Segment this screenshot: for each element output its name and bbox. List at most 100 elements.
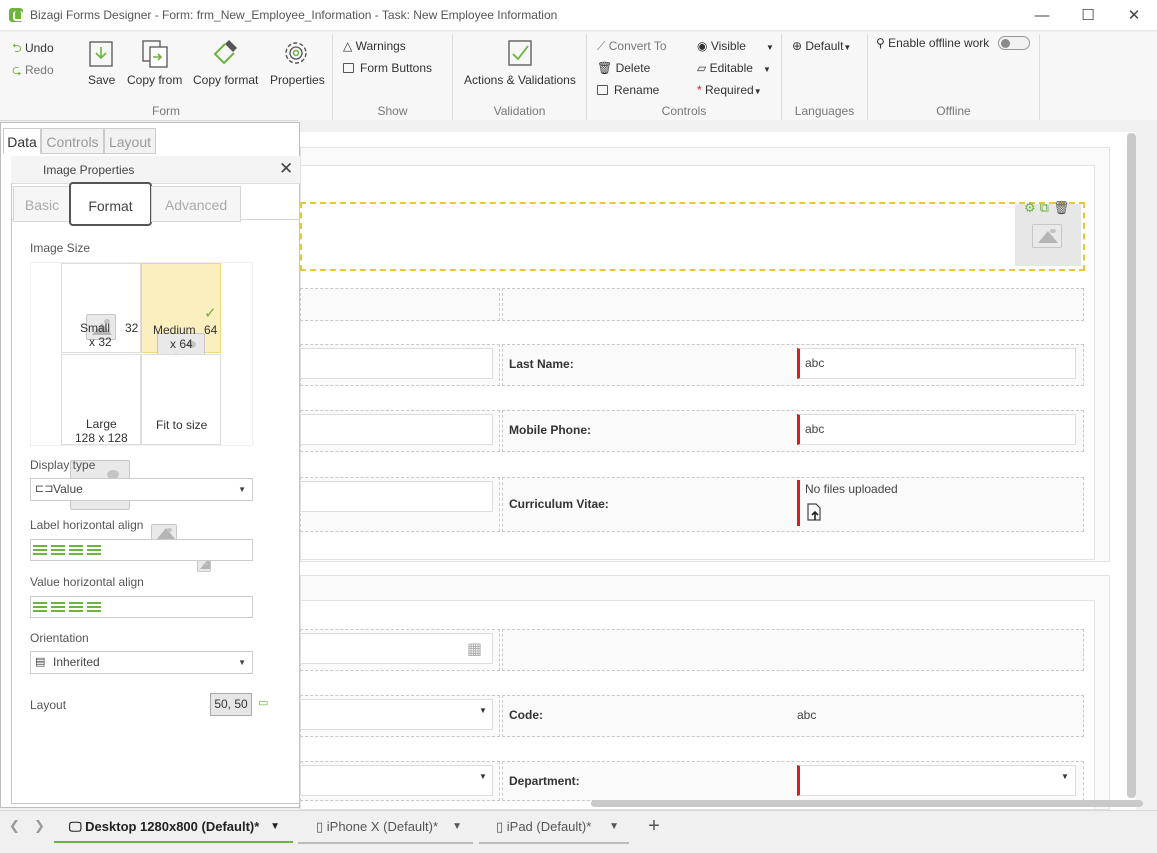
warnings-button[interactable]: △ Warnings [343,39,406,53]
combo-input-2[interactable] [300,765,493,796]
convert-to-label: Convert To [608,39,667,53]
last-name-value: abc [805,356,825,370]
offline-toggle[interactable] [998,36,1030,50]
tab-controls[interactable]: Controls [41,128,104,154]
align-left-icon[interactable] [33,545,47,555]
upload-file-icon[interactable] [806,503,824,522]
device-tab-desktop[interactable]: 🖵 Desktop 1280x800 (Default)* ▼ [60,812,292,842]
save-button[interactable]: Save [88,73,115,87]
tab-format[interactable]: Format [69,182,152,226]
value-align-control[interactable] [30,596,253,618]
properties-button[interactable]: Properties [270,73,325,87]
scroll-left-icon[interactable]: ❮ [9,818,20,834]
empty-cell [502,288,1084,321]
visible-dropdown[interactable]: ◉ Visible ▼ [697,39,774,53]
date-input[interactable] [300,633,493,664]
ribbon-group-label: Show [377,104,408,118]
ribbon-group-label: Validation [493,104,546,118]
size-large-dim: 128 x 128 [75,431,128,445]
device-tab-label: iPad (Default) [506,819,587,834]
email-input[interactable] [300,481,493,512]
calendar-icon[interactable]: ▦ [467,639,482,659]
scroll-right-icon[interactable]: ❯ [34,818,45,834]
editable-dropdown[interactable]: ▱ Editable ▼ [697,61,771,75]
properties-gear-icon [285,42,307,64]
orientation-label: Orientation [30,631,89,645]
save-icon [89,41,113,67]
offline-text: Enable offline work [888,36,990,50]
delete-label: Delete [615,61,651,75]
label-align-control[interactable] [30,539,253,561]
align-justify-icon[interactable] [87,602,101,612]
size-medium-name: Medium [153,323,196,337]
empty-cell [300,288,500,321]
bizagi-logo-icon [9,8,23,22]
device-tab-ipad[interactable]: ▯ iPad (Default)* ▼ [490,812,625,842]
convert-to-button[interactable]: ⟋ Convert To [597,39,667,54]
size-fit-name: Fit to size [156,418,208,432]
horizontal-scrollbar[interactable] [591,800,1143,807]
align-left-icon[interactable] [33,602,47,612]
monitor-icon: 🖵 [69,819,86,834]
form-buttons-label: Form Buttons [360,61,433,75]
required-label: Required [705,83,754,97]
close-icon[interactable]: ✕ [279,159,293,179]
display-type-select[interactable]: ⊏⊐ Value ▼ [30,478,253,501]
unsaved-mark: * [433,819,439,834]
tab-advanced[interactable]: Advanced [151,186,241,222]
orientation-value: Inherited [53,655,100,669]
delete-button[interactable]: 🗑 Delete [597,61,650,75]
actions-validations-button[interactable]: Actions & Validations [464,73,576,87]
orientation-select[interactable]: ▤ Inherited ▼ [30,651,253,674]
language-label: Default [805,39,844,53]
align-center-icon[interactable] [51,602,65,612]
offline-label: ⚲ Enable offline work [876,36,989,50]
title-bar: Bizagi Forms Designer - Form: frm_New_Em… [0,0,1157,31]
chevron-down-icon: ▼ [843,43,852,52]
gear-icon[interactable]: ⚙ [1024,200,1040,215]
vertical-scrollbar[interactable] [1127,133,1136,798]
form-buttons-button[interactable]: Form Buttons [343,61,432,75]
rename-icon [597,85,608,95]
chevron-down-icon: ▼ [1061,772,1069,781]
copy-from-button[interactable]: Copy from [127,73,182,87]
align-right-icon[interactable] [69,545,83,555]
rename-button[interactable]: Rename [597,83,659,97]
orientation-icon: ▤ [35,656,46,668]
maximize-button[interactable]: ☐ [1065,0,1111,31]
copy-format-icon [213,40,237,65]
minimize-button[interactable]: — [1019,0,1065,31]
tab-basic[interactable]: Basic [13,186,71,222]
tab-layout[interactable]: Layout [104,128,156,154]
copy-format-button[interactable]: Copy format [193,73,258,87]
device-tab-iphone[interactable]: ▯ iPhone X (Default)* ▼ [310,812,470,842]
align-center-icon[interactable] [51,545,65,555]
trash-icon[interactable]: 🗑 [1053,200,1074,215]
close-window-button[interactable]: ✕ [1111,0,1157,31]
mobile-phone-input[interactable] [797,414,1076,445]
required-dropdown[interactable]: * Required▼ [697,83,762,97]
phone-input[interactable] [300,414,493,445]
device-tab-label: iPhone X (Default) [326,819,433,834]
edit-layout-icon[interactable]: ▭ [258,696,268,709]
first-name-input[interactable] [300,348,493,379]
mobile-phone-label: Mobile Phone: [509,423,591,437]
align-justify-icon[interactable] [87,545,101,555]
tablet-icon: ▯ [496,819,507,834]
image-fit-icon [197,560,211,572]
add-device-button[interactable]: + [635,812,673,842]
last-name-input[interactable] [797,348,1076,379]
combo-input[interactable] [300,699,493,730]
undo-button[interactable]: ⮌ Undo [12,39,54,60]
redo-button[interactable]: ⮎ Redo [12,61,54,82]
visible-label: Visible [710,39,746,53]
image-placeholder-icon [1032,224,1062,248]
language-dropdown[interactable]: ⊕ Default▼ [792,39,851,53]
tab-data[interactable]: Data [3,128,41,154]
department-combo[interactable] [797,765,1076,796]
copy-icon[interactable]: ⧉ [1040,200,1053,215]
unsaved-mark: * [586,819,592,834]
form-buttons-icon [343,63,354,73]
align-right-icon[interactable] [69,602,83,612]
image-control-selected[interactable] [300,202,1085,271]
